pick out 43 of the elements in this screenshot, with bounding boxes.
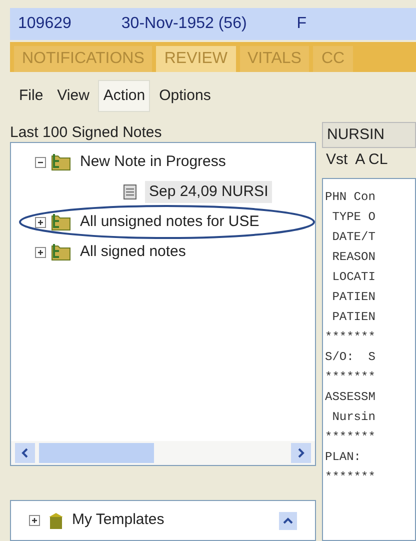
tree-item[interactable]: My Templates <box>72 509 271 532</box>
note-line: LOCATI <box>331 269 376 286</box>
menu-item[interactable]: View <box>52 80 94 112</box>
note-line: ******* <box>325 329 376 346</box>
note-line: ******* <box>325 369 376 386</box>
tree-item[interactable]: Sep 24,09 NURSI <box>145 180 272 204</box>
note-line: ******* <box>325 469 376 486</box>
folder-icon <box>50 152 72 172</box>
note-line: DATE/T <box>331 229 376 246</box>
expand-icon[interactable] <box>29 515 40 526</box>
note-line: PATIEN <box>331 309 376 326</box>
note-line: TYPE O <box>331 209 376 226</box>
tree-item[interactable]: All signed notes <box>76 240 190 264</box>
note-title: NURSIN <box>322 122 416 148</box>
visit-label: Vst A CL <box>325 150 389 170</box>
expand-icon[interactable] <box>35 246 46 258</box>
note-line: PATIEN <box>331 289 376 306</box>
document-icon <box>123 184 137 200</box>
panel-title: Last 100 Signed Notes <box>10 123 163 142</box>
collapse-panel-icon[interactable] <box>279 512 297 530</box>
expand-icon[interactable] <box>35 216 46 228</box>
scroll-left-icon[interactable] <box>15 443 35 463</box>
menu-item[interactable]: Options <box>154 80 216 112</box>
menu-item[interactable]: Action <box>98 80 150 112</box>
note-line: REASON <box>331 249 376 266</box>
patient-id: 109629 <box>18 14 72 34</box>
folder-icon <box>50 242 72 262</box>
menu-item[interactable]: File <box>14 80 48 112</box>
note-line: PLAN: <box>325 449 362 466</box>
note-line: PHN Con <box>325 189 376 206</box>
scroll-right-icon[interactable] <box>291 443 311 463</box>
note-line: ******* <box>325 429 376 446</box>
note-line: Nursin <box>331 409 376 426</box>
note-line: S/O: S <box>325 349 376 366</box>
tree-item[interactable]: New Note in Progress <box>76 150 230 174</box>
note-line: ASSESSM <box>325 389 376 406</box>
scroll-thumb[interactable] <box>39 443 154 463</box>
patient-dob: 30-Nov-1952 (56) <box>121 14 247 34</box>
folder-icon <box>50 212 72 232</box>
box-icon <box>48 512 64 530</box>
patient-sex: F <box>296 14 307 34</box>
horizontal-scrollbar[interactable] <box>11 441 315 465</box>
collapse-icon[interactable] <box>35 156 46 168</box>
